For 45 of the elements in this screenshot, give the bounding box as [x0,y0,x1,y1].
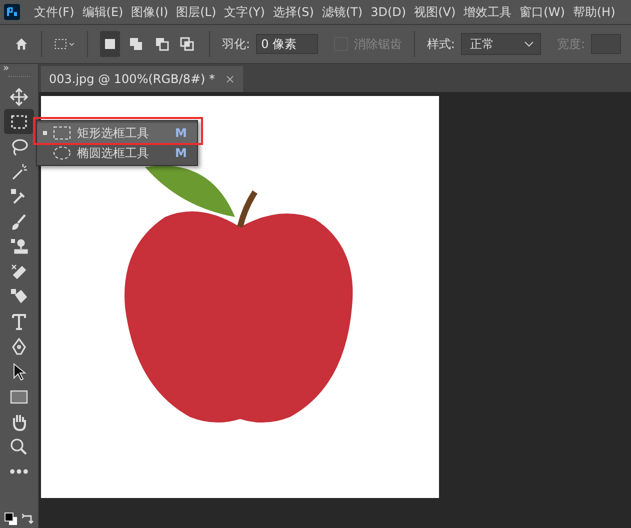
menu-item[interactable]: 视图(V) [410,4,460,20]
color-swatches-icon[interactable] [4,512,18,526]
rect-marquee-icon [53,126,71,140]
menu-item[interactable]: 图像(I) [127,4,172,20]
menu-item[interactable]: 3D(D) [366,5,410,19]
eraser-icon [9,262,29,282]
feather-label: 羽化: [222,36,250,52]
close-button[interactable]: × [225,72,236,86]
menu-item[interactable]: 编辑(E) [78,4,128,20]
overlapping-squares-icon [128,36,144,52]
feather-field[interactable]: 0 像素 [256,34,318,54]
menu-item[interactable]: 文字(Y) [220,4,269,20]
marquee-tool-button[interactable] [4,109,34,134]
style-label: 样式: [426,36,455,52]
document-tab[interactable]: 003.jpg @ 100%(RGB/8#) * × [41,66,244,92]
swap-colors-icon[interactable] [22,513,34,525]
collapse-toggle[interactable]: » [0,64,10,74]
move-icon [9,86,29,106]
menu-item[interactable]: 滤镜(T) [318,4,367,20]
flyout-menu-item[interactable]: 矩形选框工具 M [37,123,197,143]
zoom-icon [9,436,29,456]
subtract-squares-icon [154,36,170,52]
brush-icon [9,212,29,232]
width-field[interactable] [591,34,622,54]
menu-item[interactable]: 窗口(W) [516,4,569,20]
menu-item[interactable]: 图层(L) [172,4,220,20]
chevron-down-icon [524,40,534,48]
menu-item[interactable]: 文件(F) [30,4,78,20]
stamp-icon [9,236,29,256]
intersect-squares-icon [179,36,196,52]
document-tab-title: 003.jpg @ 100%(RGB/8#) * [49,72,216,86]
menu-item[interactable]: 选择(S) [268,4,318,20]
more-icon [9,468,29,475]
style-dropdown[interactable]: 正常 [460,33,541,55]
flyout-menu-item[interactable]: 椭圆选框工具 M [37,143,197,163]
ellipse-marquee-icon [53,146,71,160]
pen-icon [9,336,29,356]
lasso-icon [9,136,29,156]
menu-item[interactable]: 帮助(H) [568,4,620,20]
type-icon [9,312,29,332]
menu-item[interactable]: 增效工具 [460,4,516,20]
selection-mode-button[interactable] [100,31,120,57]
shortcut-key: M [175,126,187,140]
shortcut-key: M [175,146,187,160]
app-logo-icon [4,4,20,20]
